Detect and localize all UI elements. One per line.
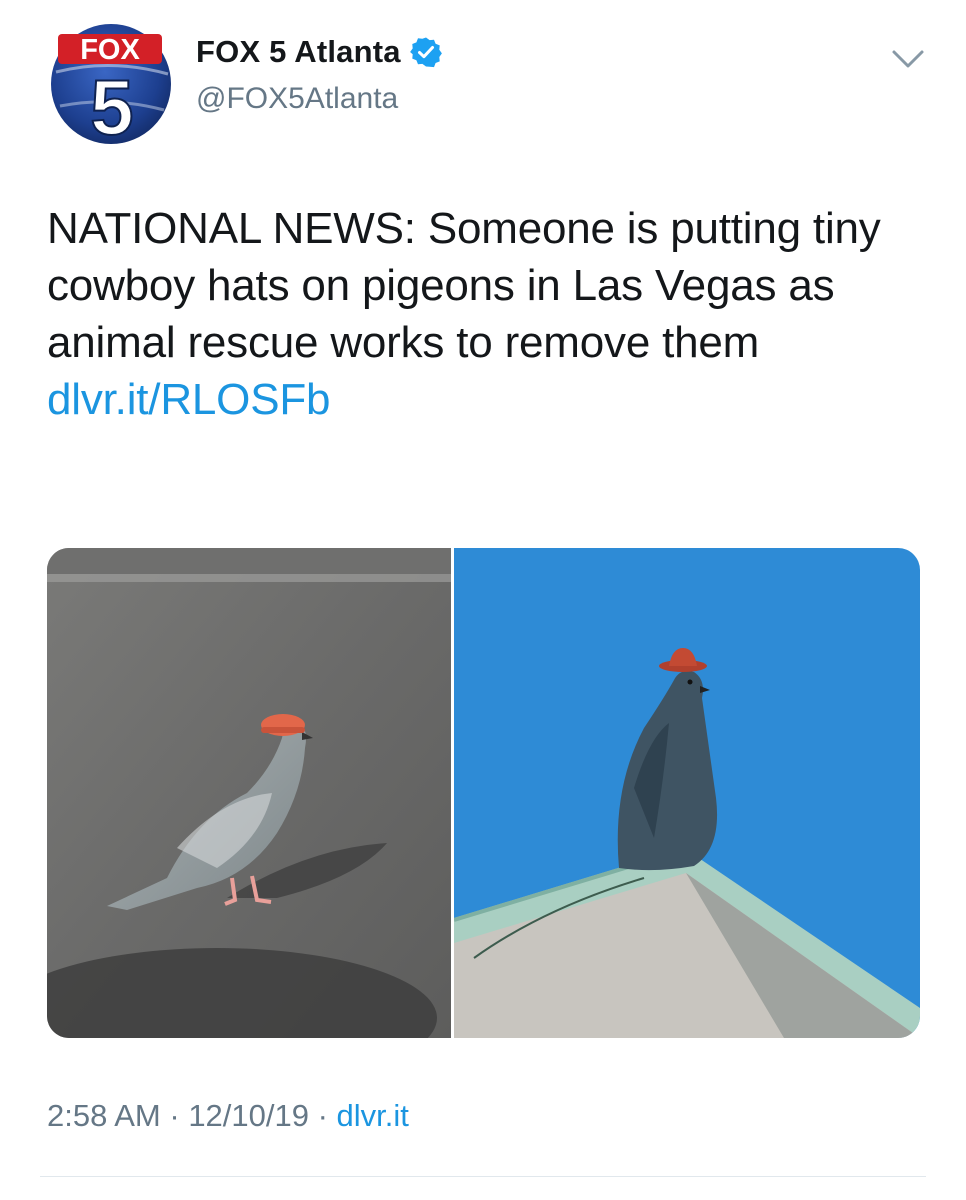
meta-separator: · xyxy=(160,1098,189,1133)
media-grid xyxy=(47,548,920,1038)
verified-badge-icon xyxy=(409,37,442,68)
divider xyxy=(40,1176,926,1177)
meta-separator-2: · xyxy=(308,1098,337,1133)
name-row: FOX 5 Atlanta xyxy=(196,34,442,70)
tweet-link[interactable]: dlvr.it/RLOSFb xyxy=(47,375,330,424)
media-photo-right[interactable] xyxy=(454,548,920,1038)
tweet-text: NATIONAL NEWS: Someone is putting tiny c… xyxy=(47,200,947,428)
logo-number: 5 xyxy=(90,63,133,146)
tweet-header: FOX 5 FOX 5 Atlanta @FOX5Atlanta xyxy=(0,0,966,150)
tweet-body: NATIONAL NEWS: Someone is putting tiny c… xyxy=(47,204,881,367)
fox5-logo-avatar[interactable]: FOX 5 xyxy=(46,18,176,146)
handle[interactable]: @FOX5Atlanta xyxy=(196,82,398,116)
chevron-down-icon[interactable] xyxy=(888,44,928,74)
media-photo-left[interactable] xyxy=(47,548,451,1038)
tweet-source[interactable]: dlvr.it xyxy=(337,1098,409,1133)
display-name[interactable]: FOX 5 Atlanta xyxy=(196,34,401,70)
logo-fox-text: FOX xyxy=(80,34,140,66)
tweet-time[interactable]: 2:58 AM xyxy=(47,1098,161,1133)
tweet-meta: 2:58 AM · 12/10/19 · dlvr.it xyxy=(47,1098,409,1134)
tweet-date[interactable]: 12/10/19 xyxy=(188,1098,309,1133)
